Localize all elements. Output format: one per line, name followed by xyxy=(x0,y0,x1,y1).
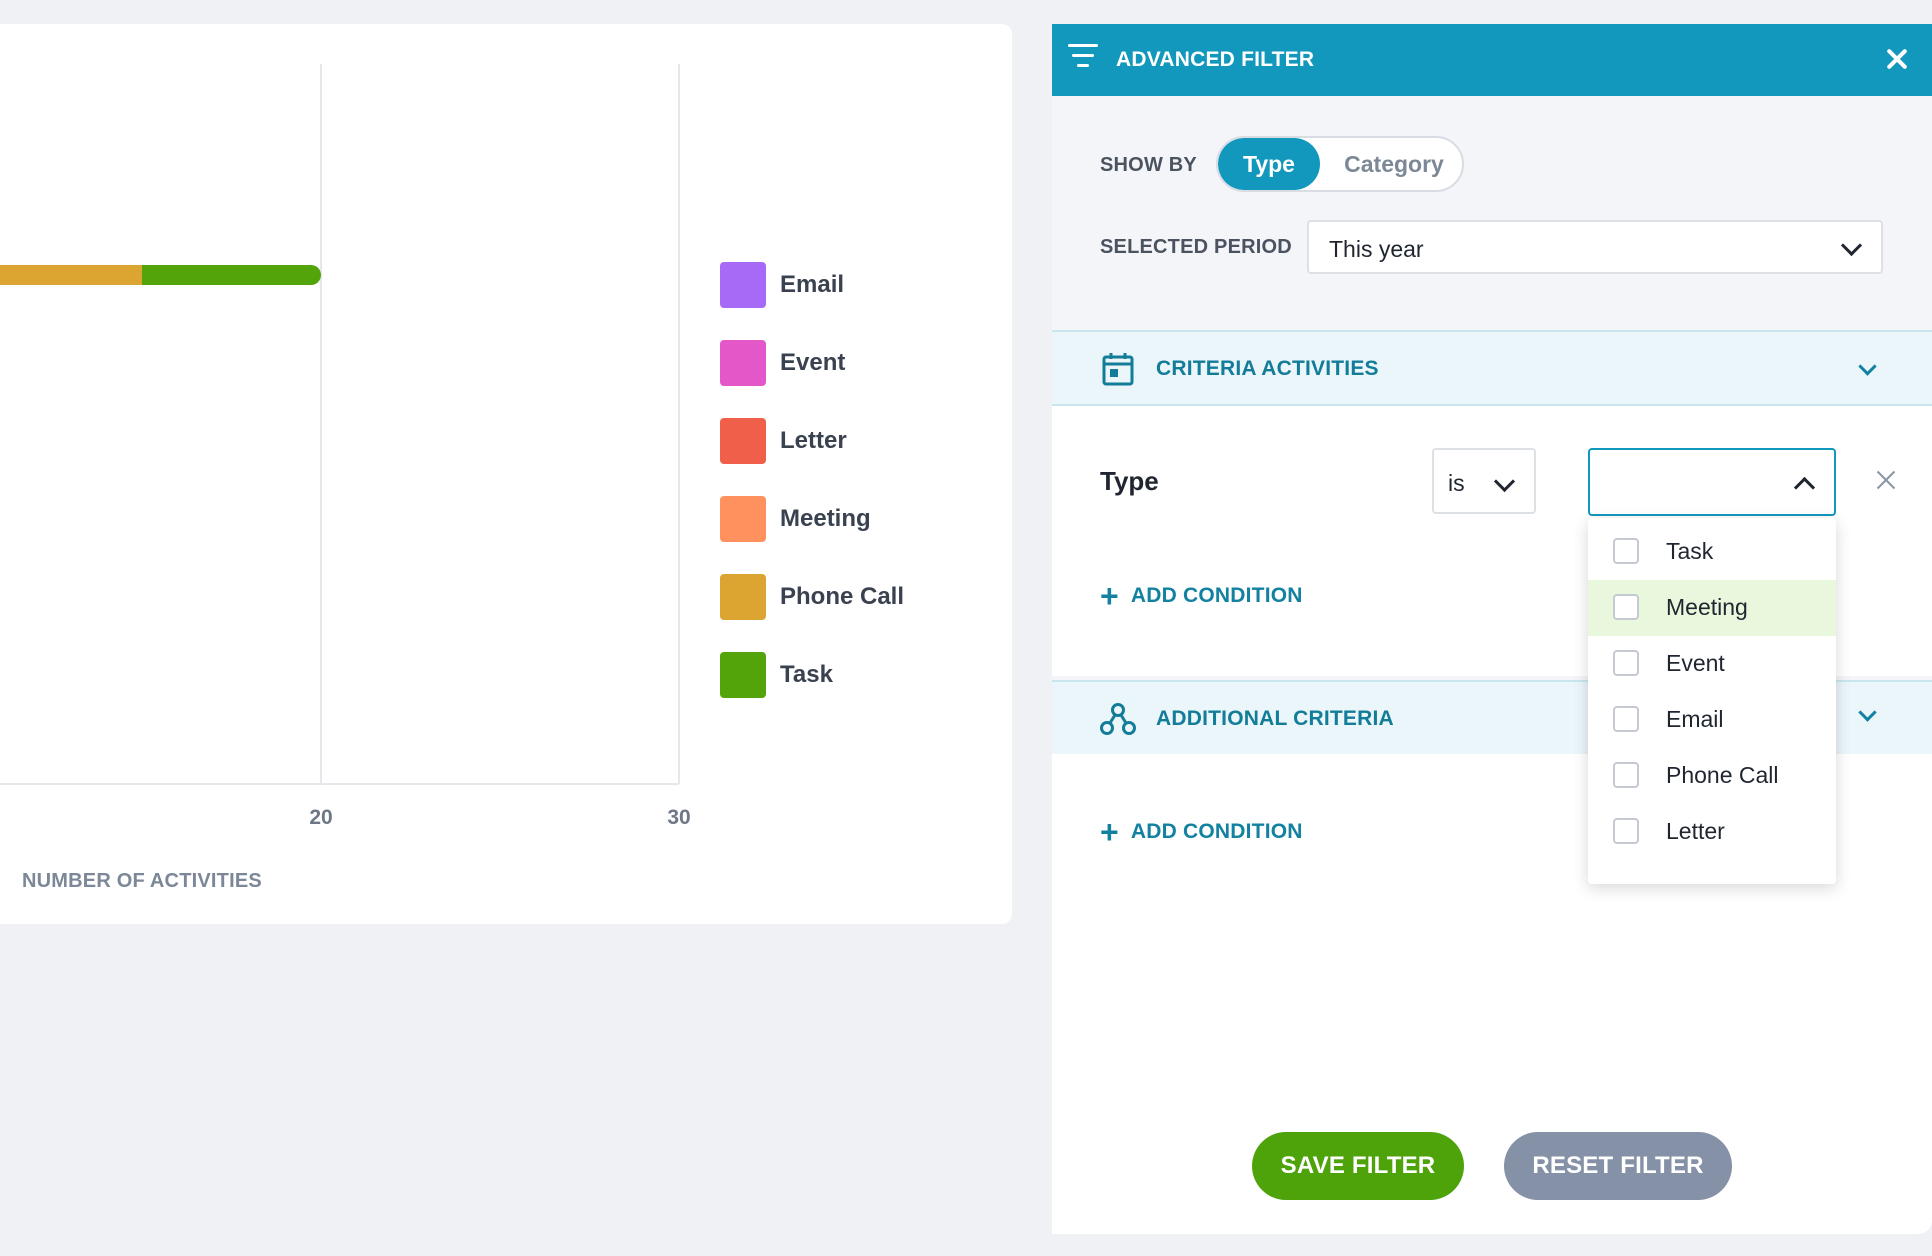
option-label: Meeting xyxy=(1666,594,1748,620)
close-icon[interactable] xyxy=(1882,44,1912,74)
legend-item-meeting[interactable]: Meeting xyxy=(720,496,871,542)
period-select[interactable]: This year xyxy=(1307,220,1883,274)
condition-operator-select[interactable]: is xyxy=(1432,448,1536,514)
legend-swatch xyxy=(720,262,766,308)
option-checkbox[interactable] xyxy=(1613,706,1639,732)
option-checkbox[interactable] xyxy=(1613,650,1639,676)
option-event[interactable]: Event xyxy=(1588,636,1836,692)
option-checkbox[interactable] xyxy=(1613,762,1639,788)
condition-operator-value: is xyxy=(1448,470,1465,496)
option-label: Event xyxy=(1666,650,1725,676)
bar-segment-phone-call[interactable] xyxy=(0,265,142,285)
legend-swatch xyxy=(720,574,766,620)
bar-segment-task[interactable] xyxy=(142,265,311,285)
chevron-down-icon xyxy=(1858,357,1877,376)
x-tick-label: 20 xyxy=(309,806,332,829)
legend-swatch xyxy=(720,652,766,698)
nodes-icon xyxy=(1100,703,1136,735)
chart-card: 20 30 Email Event Letter Meeting Phone Call Ta… xyxy=(0,24,1012,924)
add-condition-label: ADD CONDITION xyxy=(1130,584,1303,607)
legend-label: Meeting xyxy=(780,505,871,532)
option-task[interactable]: Task xyxy=(1588,524,1836,580)
reset-filter-button[interactable]: RESET FILTER xyxy=(1504,1132,1732,1200)
legend-item-email[interactable]: Email xyxy=(720,262,844,308)
option-meeting[interactable]: Meeting xyxy=(1588,580,1836,636)
remove-condition-icon[interactable] xyxy=(1874,468,1898,492)
option-checkbox[interactable] xyxy=(1613,594,1639,620)
criteria-activities-section[interactable]: CRITERIA ACTIVITIES xyxy=(1052,330,1932,406)
x-tick-label: 30 xyxy=(667,806,690,829)
show-by-label: SHOW BY xyxy=(1100,154,1197,176)
option-letter[interactable]: Letter xyxy=(1588,804,1836,860)
type-options-dropdown: Task Meeting Event Email Phone Call Lett… xyxy=(1588,518,1836,884)
chevron-down-icon xyxy=(1493,470,1516,493)
selected-period-label: SELECTED PERIOD xyxy=(1100,236,1292,258)
legend-label: Email xyxy=(780,271,845,298)
option-email[interactable]: Email xyxy=(1588,692,1836,748)
option-label: Email xyxy=(1666,706,1724,732)
legend-item-event[interactable]: Event xyxy=(720,340,845,386)
legend-label: Task xyxy=(780,661,833,688)
chevron-down-icon xyxy=(1840,234,1863,257)
option-label: Phone Call xyxy=(1666,762,1779,788)
additional-add-condition-label: ADD CONDITION xyxy=(1130,820,1303,843)
option-label: Letter xyxy=(1666,818,1725,844)
option-checkbox[interactable] xyxy=(1613,818,1639,844)
show-by-toggle: Type Category xyxy=(1216,136,1464,192)
legend-label: Phone Call xyxy=(780,583,905,610)
plus-icon: + xyxy=(1100,578,1119,614)
option-checkbox[interactable] xyxy=(1613,538,1639,564)
legend-swatch xyxy=(720,418,766,464)
save-filter-button[interactable]: SAVE FILTER xyxy=(1252,1132,1464,1200)
activities-chart: 20 30 xyxy=(0,64,691,829)
x-axis-title: NUMBER OF ACTIVITIES xyxy=(22,870,262,892)
legend-swatch xyxy=(720,340,766,386)
chevron-down-icon xyxy=(1858,703,1877,722)
option-label: Task xyxy=(1666,538,1714,564)
plus-icon: + xyxy=(1100,814,1119,850)
legend-label: Letter xyxy=(780,427,847,454)
panel-header: ADVANCED FILTER xyxy=(1052,24,1932,96)
legend-swatch xyxy=(720,496,766,542)
legend-item-letter[interactable]: Letter xyxy=(720,418,847,464)
panel-title: ADVANCED FILTER xyxy=(1116,48,1315,71)
chevron-up-icon xyxy=(1793,476,1816,499)
period-value: This year xyxy=(1329,236,1424,262)
calendar-icon xyxy=(1102,353,1134,386)
add-condition-button[interactable]: + ADD CONDITION xyxy=(1100,578,1303,614)
legend-item-phone-call[interactable]: Phone Call xyxy=(720,574,904,620)
additional-criteria-title: ADDITIONAL CRITERIA xyxy=(1156,707,1394,730)
show-by-type-button[interactable]: Type xyxy=(1218,138,1320,190)
filter-icon xyxy=(1068,44,1098,70)
option-phone-call[interactable]: Phone Call xyxy=(1588,748,1836,804)
show-by-category-button[interactable]: Category xyxy=(1324,138,1462,190)
condition-value-select[interactable] xyxy=(1588,448,1836,516)
bar-segment-end[interactable] xyxy=(301,265,321,285)
legend-label: Event xyxy=(780,349,846,376)
additional-add-condition-button[interactable]: + ADD CONDITION xyxy=(1100,814,1303,850)
condition-field-label: Type xyxy=(1100,466,1159,496)
legend-item-task[interactable]: Task xyxy=(720,652,833,698)
criteria-activities-title: CRITERIA ACTIVITIES xyxy=(1156,357,1379,380)
